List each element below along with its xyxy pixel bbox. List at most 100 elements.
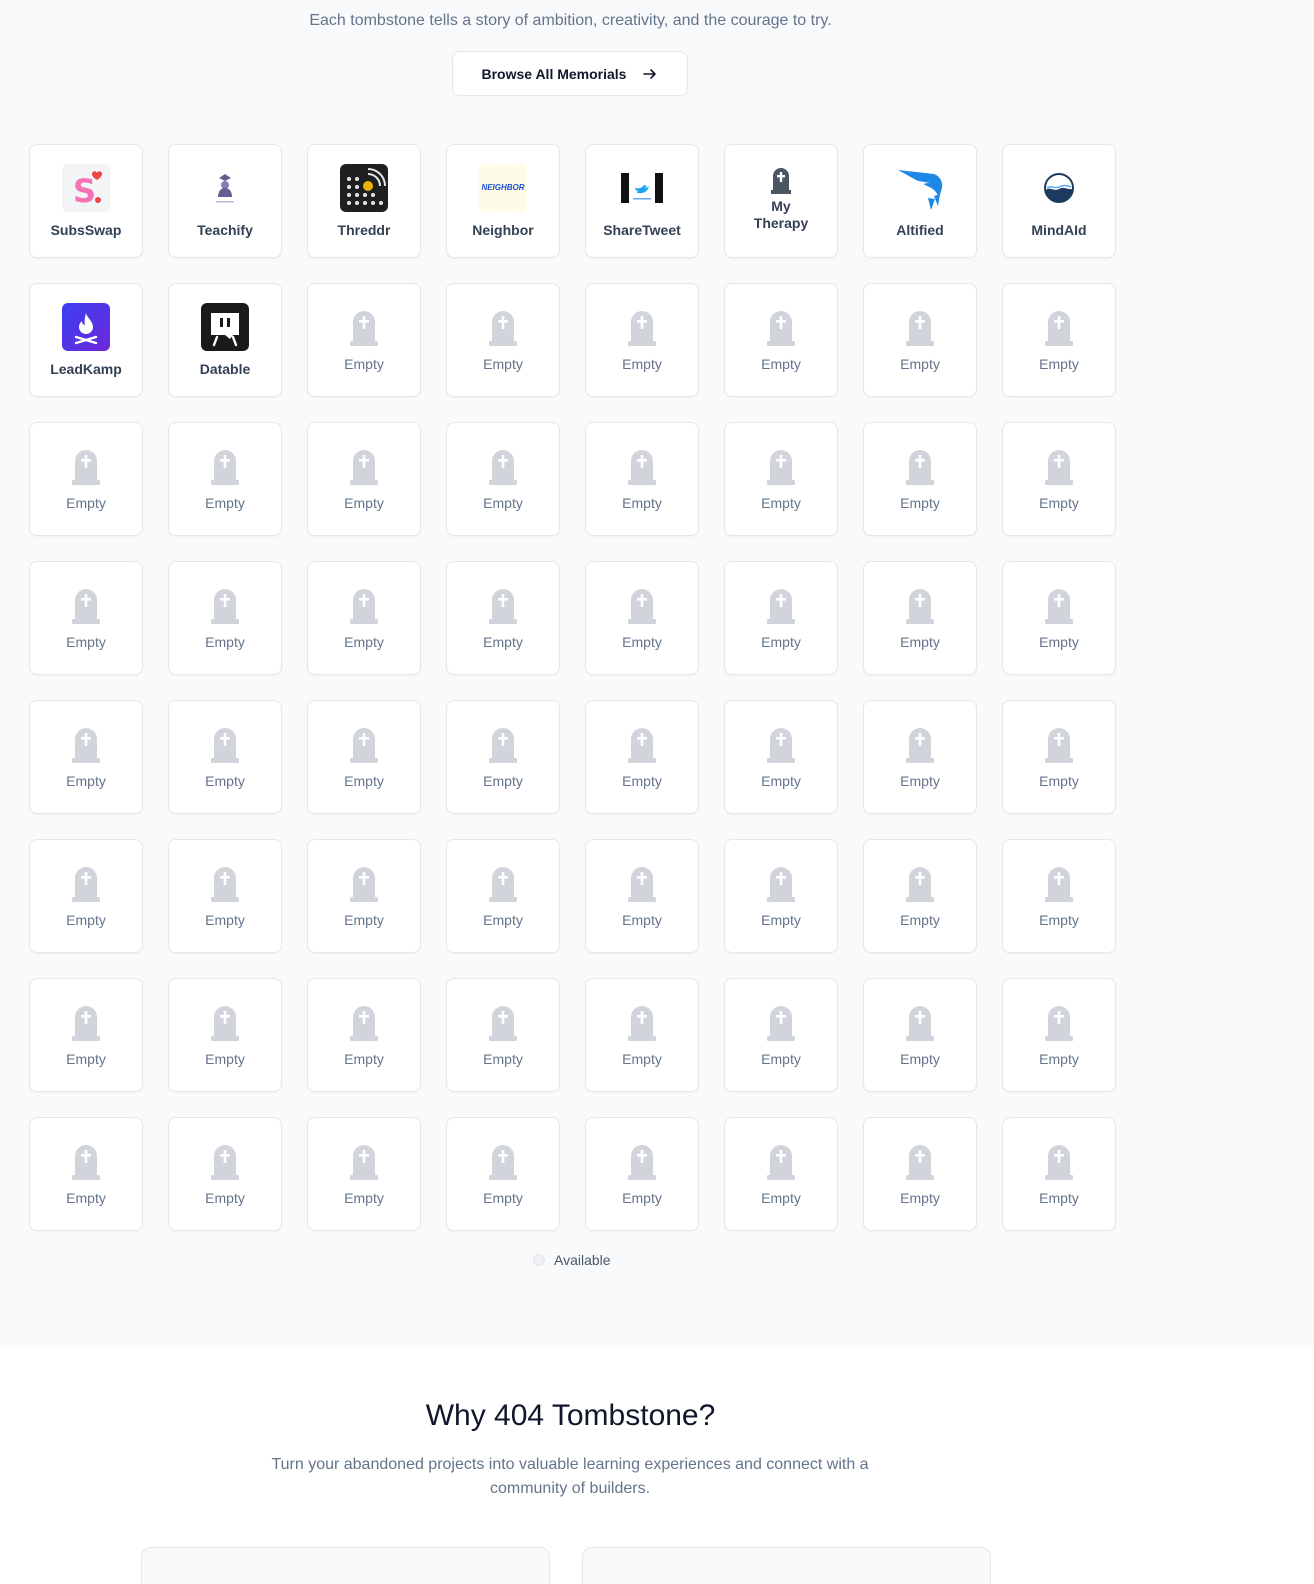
tombstone-empty-slot[interactable]: Empty [1002, 839, 1116, 953]
tombstone-empty-slot[interactable]: Empty [585, 561, 699, 675]
tombstone-empty-slot[interactable]: Empty [446, 1117, 560, 1231]
empty-label: Empty [1039, 911, 1079, 928]
tombstone-empty-slot[interactable]: Empty [168, 978, 282, 1092]
tombstone-empty-slot[interactable]: Empty [1002, 422, 1116, 536]
tombstone-icon [767, 727, 795, 763]
threddr-logo [340, 163, 388, 212]
project-name: Teachify [197, 221, 253, 238]
tombstone-empty-slot[interactable]: Empty [307, 1117, 421, 1231]
tombstone-empty-slot[interactable]: Empty [724, 700, 838, 814]
project-name: Neighbor [472, 221, 534, 238]
tombstone-empty-slot[interactable]: Empty [585, 422, 699, 536]
tombstone-empty-slot[interactable]: Empty [307, 839, 421, 953]
empty-label: Empty [483, 772, 523, 789]
tombstone-empty-slot[interactable]: Empty [863, 283, 977, 397]
tombstone-icon [72, 449, 100, 485]
tombstone-icon [350, 727, 378, 763]
tombstone-empty-slot[interactable]: Empty [307, 978, 421, 1092]
empty-label: Empty [900, 1050, 940, 1067]
tombstone-empty-slot[interactable]: Empty [724, 422, 838, 536]
tombstone-empty-slot[interactable]: Empty [724, 561, 838, 675]
tombstone-empty-slot[interactable]: Empty [29, 700, 143, 814]
tombstone-neighbor[interactable]: NEIGHBOR Neighbor [446, 144, 560, 258]
empty-label: Empty [483, 1050, 523, 1067]
empty-label: Empty [1039, 355, 1079, 372]
tombstone-icon [72, 727, 100, 763]
empty-label: Empty [205, 633, 245, 650]
empty-label: Empty [900, 1189, 940, 1206]
tombstone-empty-slot[interactable]: Empty [1002, 1117, 1116, 1231]
svg-text:S: S [73, 172, 96, 210]
tombstone-icon [350, 449, 378, 485]
project-name: My Therapy [753, 198, 809, 231]
tombstone-empty-slot[interactable]: Empty [585, 978, 699, 1092]
tombstone-subsswap[interactable]: S SubsSwap [29, 144, 143, 258]
tombstone-empty-slot[interactable]: Empty [863, 561, 977, 675]
tombstone-empty-slot[interactable]: Empty [724, 978, 838, 1092]
tombstone-sharetweet[interactable]: ShareTweet [585, 144, 699, 258]
tombstone-empty-slot[interactable]: Empty [29, 1117, 143, 1231]
tombstone-empty-slot[interactable]: Empty [585, 283, 699, 397]
tombstone-empty-slot[interactable]: Empty [585, 1117, 699, 1231]
tombstone-empty-slot[interactable]: Empty [724, 283, 838, 397]
tombstone-icon [1045, 449, 1073, 485]
tombstone-empty-slot[interactable]: Empty [307, 700, 421, 814]
project-name: LeadKamp [50, 360, 122, 377]
tombstone-empty-slot[interactable]: Empty [446, 561, 560, 675]
tombstone-empty-slot[interactable]: Empty [446, 700, 560, 814]
tombstone-empty-slot[interactable]: Empty [29, 561, 143, 675]
tombstone-empty-slot[interactable]: Empty [168, 700, 282, 814]
tombstone-empty-slot[interactable]: Empty [307, 561, 421, 675]
tombstone-empty-slot[interactable]: Empty [863, 839, 977, 953]
tombstone-empty-slot[interactable]: Empty [446, 978, 560, 1092]
tombstone-empty-slot[interactable]: Empty [307, 422, 421, 536]
tombstone-empty-slot[interactable]: Empty [168, 1117, 282, 1231]
tombstone-empty-slot[interactable]: Empty [1002, 283, 1116, 397]
tombstone-empty-slot[interactable]: Empty [168, 561, 282, 675]
tombstone-empty-slot[interactable]: Empty [29, 978, 143, 1092]
tombstone-icon [489, 1144, 517, 1180]
tombstone-altified[interactable]: Altified [863, 144, 977, 258]
tombstone-empty-slot[interactable]: Empty [1002, 978, 1116, 1092]
tombstone-threddr[interactable]: Threddr [307, 144, 421, 258]
tombstone-empty-slot[interactable]: Empty [724, 1117, 838, 1231]
tombstone-icon [628, 310, 656, 346]
empty-label: Empty [1039, 633, 1079, 650]
tombstone-empty-slot[interactable]: Empty [863, 1117, 977, 1231]
hero-tagline: Each tombstone tells a story of ambition… [309, 12, 832, 29]
legend: Available [533, 1252, 611, 1268]
tombstone-empty-slot[interactable]: Empty [724, 839, 838, 953]
empty-label: Empty [483, 911, 523, 928]
project-name: ShareTweet [603, 221, 681, 238]
tombstone-empty-slot[interactable]: Empty [446, 283, 560, 397]
empty-label: Empty [205, 494, 245, 511]
tombstone-icon [72, 588, 100, 624]
tombstone-datable[interactable]: Datable [168, 283, 282, 397]
empty-label: Empty [622, 1050, 662, 1067]
tombstone-empty-slot[interactable]: Empty [863, 422, 977, 536]
browse-all-memorials-button[interactable]: Browse All Memorials [452, 51, 688, 96]
tombstone-icon [72, 1005, 100, 1041]
tombstone-empty-slot[interactable]: Empty [585, 700, 699, 814]
tombstone-empty-slot[interactable]: Empty [446, 422, 560, 536]
tombstone-icon [767, 1005, 795, 1041]
tombstone-empty-slot[interactable]: Empty [307, 283, 421, 397]
tombstone-empty-slot[interactable]: Empty [168, 422, 282, 536]
tombstone-empty-slot[interactable]: Empty [863, 700, 977, 814]
tombstone-empty-slot[interactable]: Empty [1002, 561, 1116, 675]
tombstone-leadkamp[interactable]: LeadKamp [29, 283, 143, 397]
tombstone-icon [906, 1144, 934, 1180]
tombstone-icon [906, 588, 934, 624]
tombstone-my-therapy[interactable]: My Therapy [724, 144, 838, 258]
tombstone-empty-slot[interactable]: Empty [1002, 700, 1116, 814]
tombstone-empty-slot[interactable]: Empty [29, 839, 143, 953]
tombstone-icon [767, 1144, 795, 1180]
tombstone-mindaid[interactable]: MindAId [1002, 144, 1116, 258]
tombstone-empty-slot[interactable]: Empty [168, 839, 282, 953]
empty-label: Empty [900, 911, 940, 928]
tombstone-teachify[interactable]: Teachify [168, 144, 282, 258]
tombstone-empty-slot[interactable]: Empty [863, 978, 977, 1092]
tombstone-empty-slot[interactable]: Empty [29, 422, 143, 536]
tombstone-empty-slot[interactable]: Empty [446, 839, 560, 953]
tombstone-empty-slot[interactable]: Empty [585, 839, 699, 953]
